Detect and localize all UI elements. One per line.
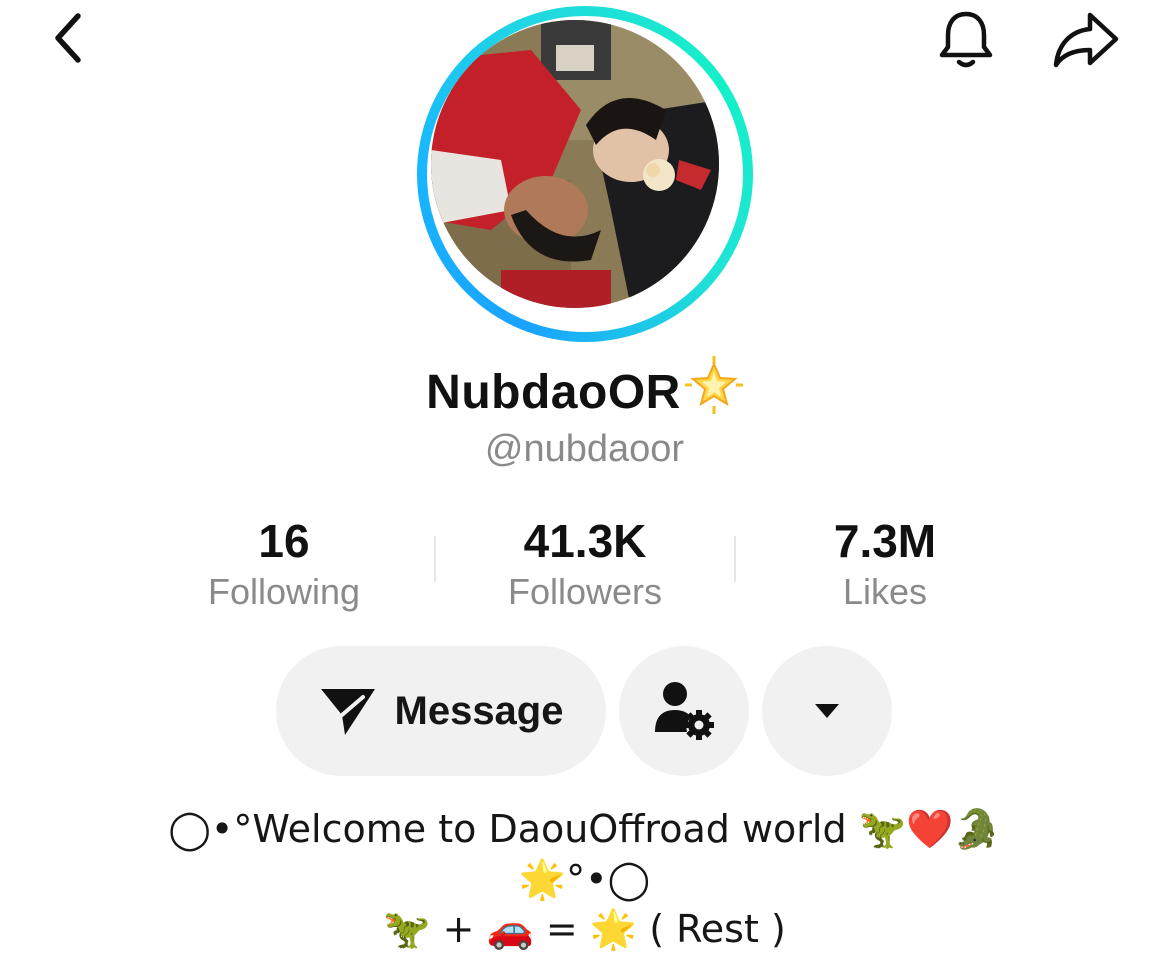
share-button[interactable] bbox=[1046, 6, 1126, 74]
bio-line: 🌟°•◯ bbox=[518, 857, 651, 901]
more-options-button[interactable] bbox=[762, 646, 892, 776]
avatar[interactable] bbox=[431, 20, 719, 308]
following-stat[interactable]: 16 Following bbox=[134, 512, 434, 614]
glowing-star-icon bbox=[684, 356, 743, 414]
back-button[interactable] bbox=[38, 8, 98, 68]
user-settings-button[interactable] bbox=[619, 646, 749, 776]
user-gear-icon bbox=[655, 682, 714, 740]
display-name: NubdaoOR bbox=[0, 356, 1169, 429]
bio-line: 🦖 + 🚗 = 🌟 ( Rest ) bbox=[383, 907, 786, 951]
followers-stat[interactable]: 41.3K Followers bbox=[435, 512, 735, 614]
bell-icon bbox=[939, 11, 993, 68]
followers-label: Followers bbox=[507, 571, 663, 612]
chevron-left-icon bbox=[55, 13, 81, 63]
username-handle: @nubdaoor bbox=[484, 428, 685, 470]
bio-line: ◯•°Welcome to DaouOffroad world 🦖❤️🐊 bbox=[168, 807, 1001, 851]
star-emoji bbox=[684, 356, 743, 429]
following-label: Following bbox=[207, 571, 361, 612]
profile-photo bbox=[431, 20, 719, 308]
following-count: 16 bbox=[258, 515, 310, 567]
followers-count: 41.3K bbox=[523, 515, 647, 567]
likes-stat[interactable]: 7.3M Likes bbox=[735, 512, 1035, 614]
likes-count: 7.3M bbox=[833, 515, 937, 567]
caret-down-icon bbox=[815, 704, 839, 718]
avatar-story-ring[interactable] bbox=[417, 6, 753, 342]
likes-label: Likes bbox=[842, 571, 928, 612]
share-arrow-icon bbox=[1053, 12, 1119, 68]
paper-plane-icon bbox=[320, 689, 375, 735]
display-name-text: NubdaoOR bbox=[426, 366, 681, 419]
message-button[interactable]: Message bbox=[276, 646, 606, 776]
notifications-button[interactable] bbox=[930, 6, 1002, 74]
message-label: Message bbox=[394, 688, 564, 733]
